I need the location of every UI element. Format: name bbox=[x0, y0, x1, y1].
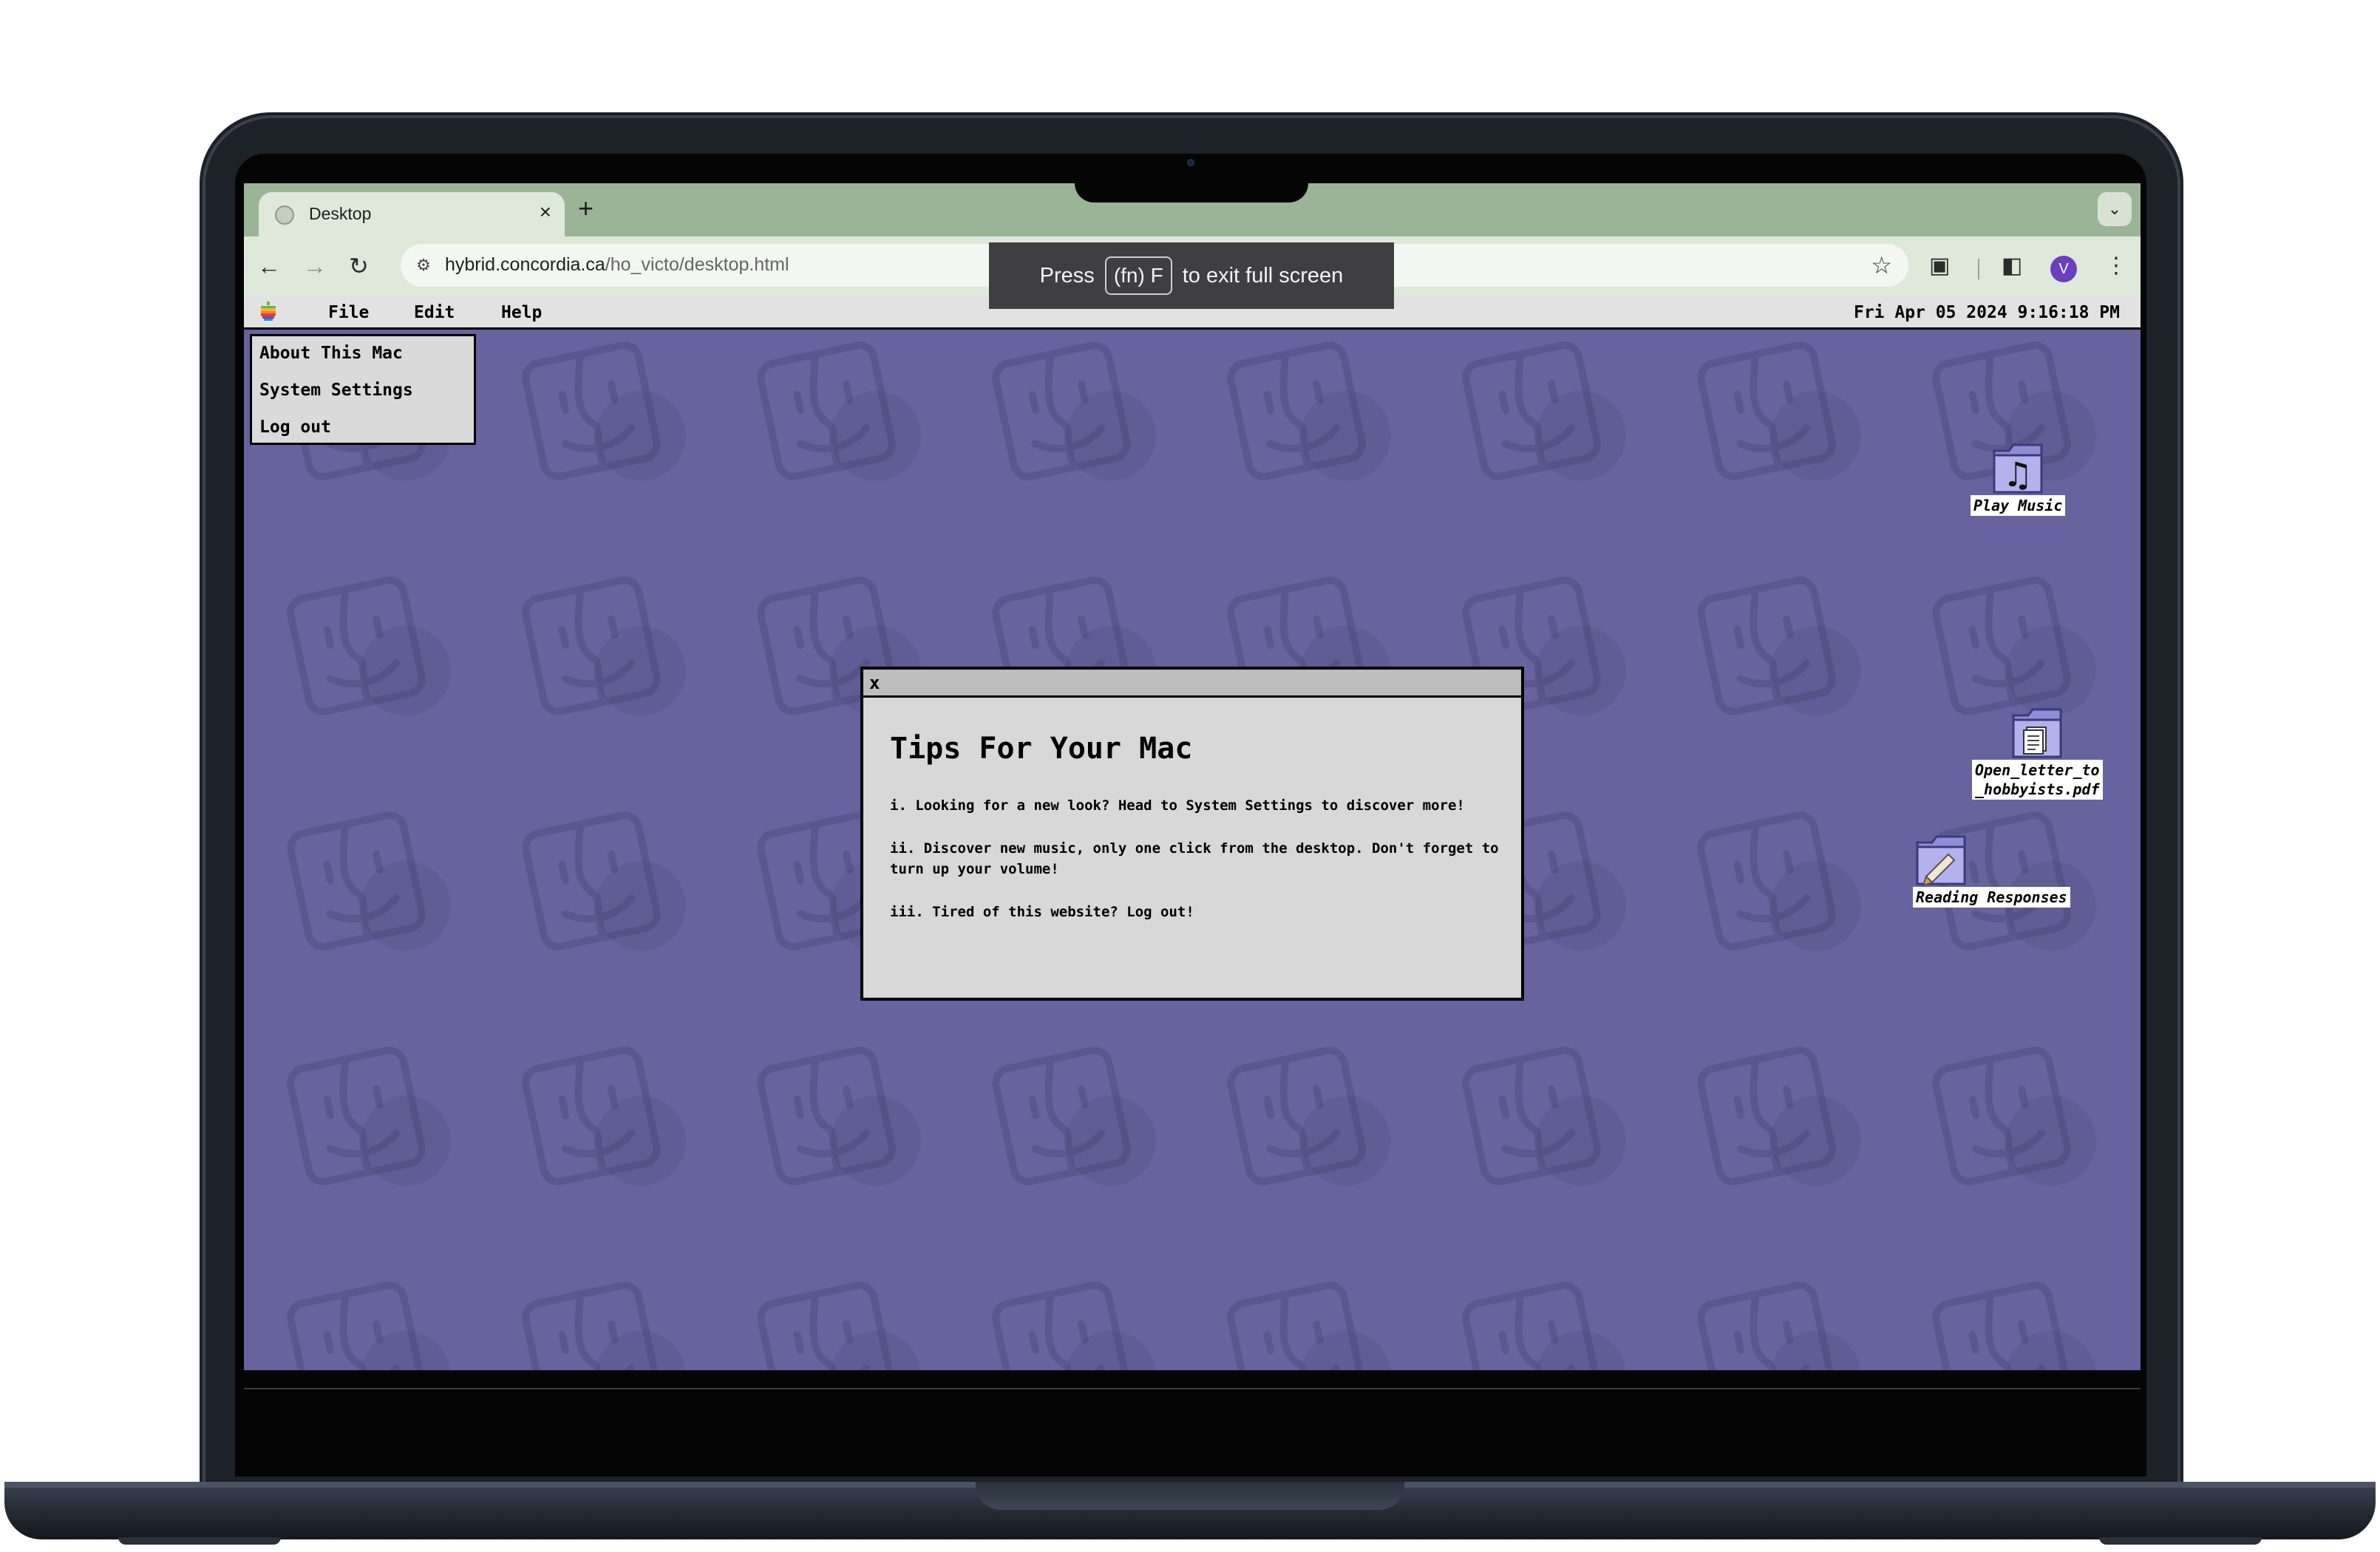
desktop-icon-label: Play Music bbox=[1971, 495, 2066, 516]
fullscreen-banner-suffix: to exit full screen bbox=[1182, 263, 1344, 287]
url-text: hybrid.concordia.ca/ho_victo/desktop.htm… bbox=[445, 254, 789, 276]
svg-text:♫: ♫ bbox=[2003, 455, 2033, 494]
wallpaper-finder-face bbox=[757, 341, 896, 480]
menu-help[interactable]: Help bbox=[501, 303, 542, 322]
document-icon bbox=[2012, 708, 2062, 758]
desktop-icon-label: Open_letter_to _hobbyists.pdf bbox=[1972, 760, 2103, 800]
wallpaper-finder-face bbox=[1462, 341, 1601, 480]
wallpaper-finder-face bbox=[992, 1046, 1131, 1185]
window-titlebar[interactable]: x bbox=[863, 670, 1521, 698]
wallpaper-finder-face bbox=[287, 1282, 426, 1370]
menu-edit[interactable]: Edit bbox=[414, 303, 455, 322]
desktop-icon-open-letter-pdf[interactable]: Open_letter_to _hobbyists.pdf bbox=[1972, 702, 2103, 800]
tab-close-icon[interactable]: × bbox=[540, 201, 551, 223]
window-close-icon[interactable]: x bbox=[869, 673, 880, 693]
browser-screen: Desktop × + ⌄ ← → ↻ ⚙ hybrid.concordia.c… bbox=[244, 183, 2141, 1395]
wallpaper-finder-face bbox=[757, 1282, 896, 1370]
tip-item: i. Looking for a new look? Head to Syste… bbox=[890, 797, 1465, 814]
side-panel-icon[interactable]: ◧ bbox=[2002, 251, 2022, 281]
url-host: hybrid.concordia.ca bbox=[445, 254, 605, 275]
folder-icon bbox=[1916, 835, 1966, 887]
wallpaper-finder-face bbox=[522, 811, 661, 950]
globe-icon bbox=[275, 205, 294, 225]
more-menu-icon[interactable]: ⋮ bbox=[2105, 251, 2127, 281]
menubar-clock: Fri Apr 05 2024 9:16:18 PM bbox=[1853, 303, 2120, 322]
laptop-foot-right bbox=[2099, 1537, 2262, 1545]
wallpaper-finder-face bbox=[1697, 1282, 1836, 1370]
menu-file[interactable]: File bbox=[328, 303, 369, 322]
forward-arrow-icon[interactable]: → bbox=[303, 251, 327, 281]
wallpaper-finder-face bbox=[1462, 1046, 1601, 1185]
fullscreen-banner-prefix: Press bbox=[1039, 263, 1095, 287]
camera-icon bbox=[1187, 159, 1194, 166]
apple-logo-icon[interactable] bbox=[260, 302, 276, 321]
apple-menu-dropdown: About This Mac System Settings Log out bbox=[250, 334, 476, 445]
wallpaper-finder-face bbox=[1227, 341, 1366, 480]
tab-title: Desktop bbox=[309, 204, 372, 223]
bookmark-star-icon[interactable]: ☆ bbox=[1871, 251, 1892, 279]
fullscreen-banner: Press (fn) F to exit full screen bbox=[989, 242, 1394, 309]
site-info-icon[interactable]: ⚙ bbox=[412, 254, 435, 276]
wallpaper-finder-face bbox=[522, 576, 661, 715]
tab-desktop[interactable]: Desktop × bbox=[259, 192, 565, 236]
toolbar-divider bbox=[1978, 259, 1979, 279]
screen-bottom-line bbox=[244, 1388, 2141, 1389]
menu-item-log-out[interactable]: Log out bbox=[259, 418, 331, 437]
tab-search-chevron-icon[interactable]: ⌄ bbox=[2098, 192, 2132, 226]
desktop-icon-reading-responses[interactable]: Reading Responses bbox=[1913, 829, 2070, 908]
tips-title: Tips For Your Mac bbox=[890, 732, 1193, 766]
wallpaper-finder-face bbox=[1697, 811, 1836, 950]
wallpaper-finder-face bbox=[992, 1282, 1131, 1370]
new-tab-icon[interactable]: + bbox=[578, 194, 594, 223]
wallpaper-finder-face bbox=[992, 341, 1131, 480]
menu-item-system-settings[interactable]: System Settings bbox=[259, 381, 413, 400]
wallpaper-finder-face bbox=[1697, 341, 1836, 480]
wallpaper-finder-face bbox=[1697, 576, 1836, 715]
wallpaper-finder-face bbox=[1462, 1282, 1601, 1370]
back-arrow-icon[interactable]: ← bbox=[257, 251, 281, 281]
screen-bottom-strip bbox=[244, 1370, 2141, 1395]
wallpaper-finder-face bbox=[1697, 1046, 1836, 1185]
tips-window: x Tips For Your Mac i. Looking for a new… bbox=[860, 667, 1524, 1001]
menu-item-about-this-mac[interactable]: About This Mac bbox=[259, 344, 403, 363]
extensions-puzzle-icon[interactable]: ▣ bbox=[1929, 251, 1950, 281]
reload-icon[interactable]: ↻ bbox=[349, 251, 369, 281]
profile-avatar[interactable]: V bbox=[2050, 256, 2077, 282]
wallpaper-finder-face bbox=[1932, 1282, 2071, 1370]
laptop-foot-left bbox=[118, 1537, 281, 1545]
wallpaper-finder-face bbox=[287, 1046, 426, 1185]
laptop-opening-groove bbox=[976, 1482, 1404, 1510]
wallpaper-finder-face bbox=[287, 576, 426, 715]
tip-item: ii. Discover new music, only one click f… bbox=[890, 840, 1499, 877]
wallpaper-finder-face bbox=[1932, 1046, 2071, 1185]
fullscreen-key-hint: (fn) F bbox=[1104, 256, 1172, 295]
wallpaper-finder-face bbox=[757, 1046, 896, 1185]
desktop-background[interactable]: About This Mac System Settings Log out ♫… bbox=[244, 330, 2141, 1370]
tip-item: iii. Tired of this website? Log out! bbox=[890, 904, 1194, 920]
desktop-icon-label: Reading Responses bbox=[1913, 887, 2070, 908]
wallpaper-finder-face bbox=[287, 811, 426, 950]
music-note-icon: ♫ bbox=[1993, 443, 2043, 494]
wallpaper-finder-face bbox=[1227, 1046, 1366, 1185]
wallpaper-finder-face bbox=[522, 1282, 661, 1370]
wallpaper-finder-face bbox=[522, 1046, 661, 1185]
wallpaper-finder-face bbox=[1227, 1282, 1366, 1370]
wallpaper-finder-face bbox=[522, 341, 661, 480]
desktop-icon-play-music[interactable]: ♫ Play Music bbox=[1971, 438, 2066, 516]
url-path: /ho_victo/desktop.html bbox=[605, 254, 789, 275]
